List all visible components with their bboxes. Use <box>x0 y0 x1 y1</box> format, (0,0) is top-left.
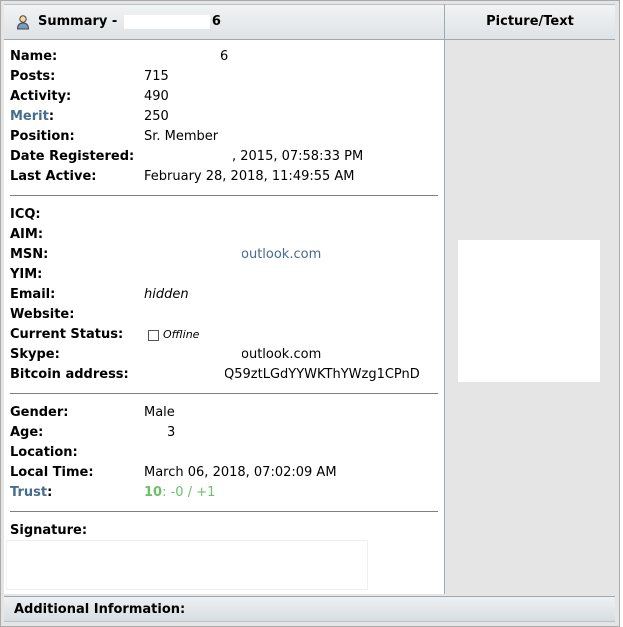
user-icon <box>16 15 30 30</box>
merit-value: 250 <box>144 109 169 124</box>
redacted-skype <box>140 346 242 364</box>
posts-label: Posts: <box>10 69 56 84</box>
summary-prefix: Summary - <box>38 14 118 29</box>
signature-box <box>6 540 368 590</box>
status-value: Offline <box>148 326 199 344</box>
last-active-label: Last Active: <box>10 169 97 184</box>
row-name: Name: 6 <box>10 48 228 66</box>
row-activity: Activity: 490 <box>10 88 169 106</box>
trust-colon: : <box>47 485 53 500</box>
status-label: Current Status: <box>10 327 124 342</box>
redacted-age <box>143 424 167 442</box>
posts-value: 715 <box>144 69 169 84</box>
status-text: Offline <box>163 328 200 341</box>
row-website: Website: <box>10 306 74 324</box>
gender-label: Gender: <box>10 405 69 420</box>
redacted-name <box>143 48 221 66</box>
merit-colon: : <box>48 109 55 124</box>
section-divider <box>10 511 438 512</box>
bitcoin-label: Bitcoin address: <box>10 367 129 382</box>
activity-value: 490 <box>144 89 169 104</box>
signature-label: Signature: <box>10 523 88 538</box>
merit-link[interactable]: Merit <box>10 109 49 124</box>
gender-value: Male <box>144 405 175 420</box>
yim-label: YIM: <box>10 267 43 282</box>
msn-label: MSN: <box>10 247 49 262</box>
row-icq: ICQ: <box>10 206 41 224</box>
row-position: Position: Sr. Member <box>10 128 218 146</box>
additional-info-header: Additional Information: <box>4 596 615 622</box>
picture-text-header: Picture/Text <box>445 4 615 40</box>
date-registered-label: Date Registered: <box>10 149 135 164</box>
trust-link[interactable]: Trust <box>10 485 47 500</box>
row-msn: MSN: outlook.com <box>10 243 321 265</box>
additional-info-title: Additional Information: <box>14 602 186 617</box>
redacted-bitcoin <box>142 366 225 384</box>
row-merit: Merit: 250 <box>10 108 169 126</box>
position-label: Position: <box>10 129 75 144</box>
offline-icon <box>148 329 159 341</box>
local-time-label: Local Time: <box>10 465 94 480</box>
skype-label: Skype: <box>10 347 60 362</box>
trust-score: 10 <box>144 485 163 500</box>
row-skype: Skype: outlook.com <box>10 346 321 364</box>
name-value: 6 <box>220 49 229 64</box>
skype-value: outlook.com <box>241 347 322 362</box>
summary-title: Summary - 6 <box>38 14 221 29</box>
row-posts: Posts: 715 <box>10 68 169 86</box>
name-label: Name: <box>10 49 58 64</box>
row-trust: Trust: 10: -0 / +1 <box>10 484 215 502</box>
trust-detail: : -0 / +1 <box>162 485 216 500</box>
redacted-username <box>123 14 210 29</box>
location-label: Location: <box>10 445 78 460</box>
redacted-date <box>142 148 233 166</box>
row-local-time: Local Time: March 06, 2018, 07:02:09 AM <box>10 464 337 482</box>
age-label: Age: <box>10 425 44 440</box>
age-value: 3 <box>167 425 176 440</box>
email-value: hidden <box>144 287 189 302</box>
trust-value: 10: -0 / +1 <box>144 484 215 502</box>
redacted-location <box>144 445 260 463</box>
row-status: Current Status: Offline <box>10 326 199 344</box>
row-last-active: Last Active: February 28, 2018, 11:49:55… <box>10 168 355 186</box>
avatar-image <box>458 240 600 382</box>
email-label: Email: <box>10 287 56 302</box>
row-email: Email: hidden <box>10 286 189 304</box>
summary-suffix: 6 <box>211 14 221 29</box>
section-divider <box>10 195 438 196</box>
website-label: Website: <box>10 307 75 322</box>
date-registered-value: , 2015, 07:58:33 PM <box>232 149 364 164</box>
row-bitcoin: Bitcoin address: Q59ztLGdYYWKThYWzg1CPnD <box>10 366 420 384</box>
msn-link[interactable]: outlook.com <box>241 246 321 264</box>
row-aim: AIM: <box>10 226 43 244</box>
row-location: Location: <box>10 444 260 463</box>
summary-header: Summary - 6 <box>4 4 445 40</box>
column-divider <box>444 4 445 594</box>
aim-label: AIM: <box>10 227 44 242</box>
bitcoin-value: Q59ztLGdYYWKThYWzg1CPnD <box>224 367 420 382</box>
row-yim: YIM: <box>10 266 42 284</box>
last-active-value: February 28, 2018, 11:49:55 AM <box>144 169 355 184</box>
icq-label: ICQ: <box>10 207 41 222</box>
section-divider <box>10 393 438 394</box>
row-gender: Gender: Male <box>10 404 175 422</box>
row-age: Age: 3 <box>10 424 175 442</box>
position-value: Sr. Member <box>144 129 219 144</box>
local-time-value: March 06, 2018, 07:02:09 AM <box>144 465 337 480</box>
activity-label: Activity: <box>10 89 72 104</box>
row-signature: Signature: <box>10 522 87 540</box>
row-date-registered: Date Registered: , 2015, 07:58:33 PM <box>10 148 363 166</box>
redacted-msn <box>138 243 242 265</box>
